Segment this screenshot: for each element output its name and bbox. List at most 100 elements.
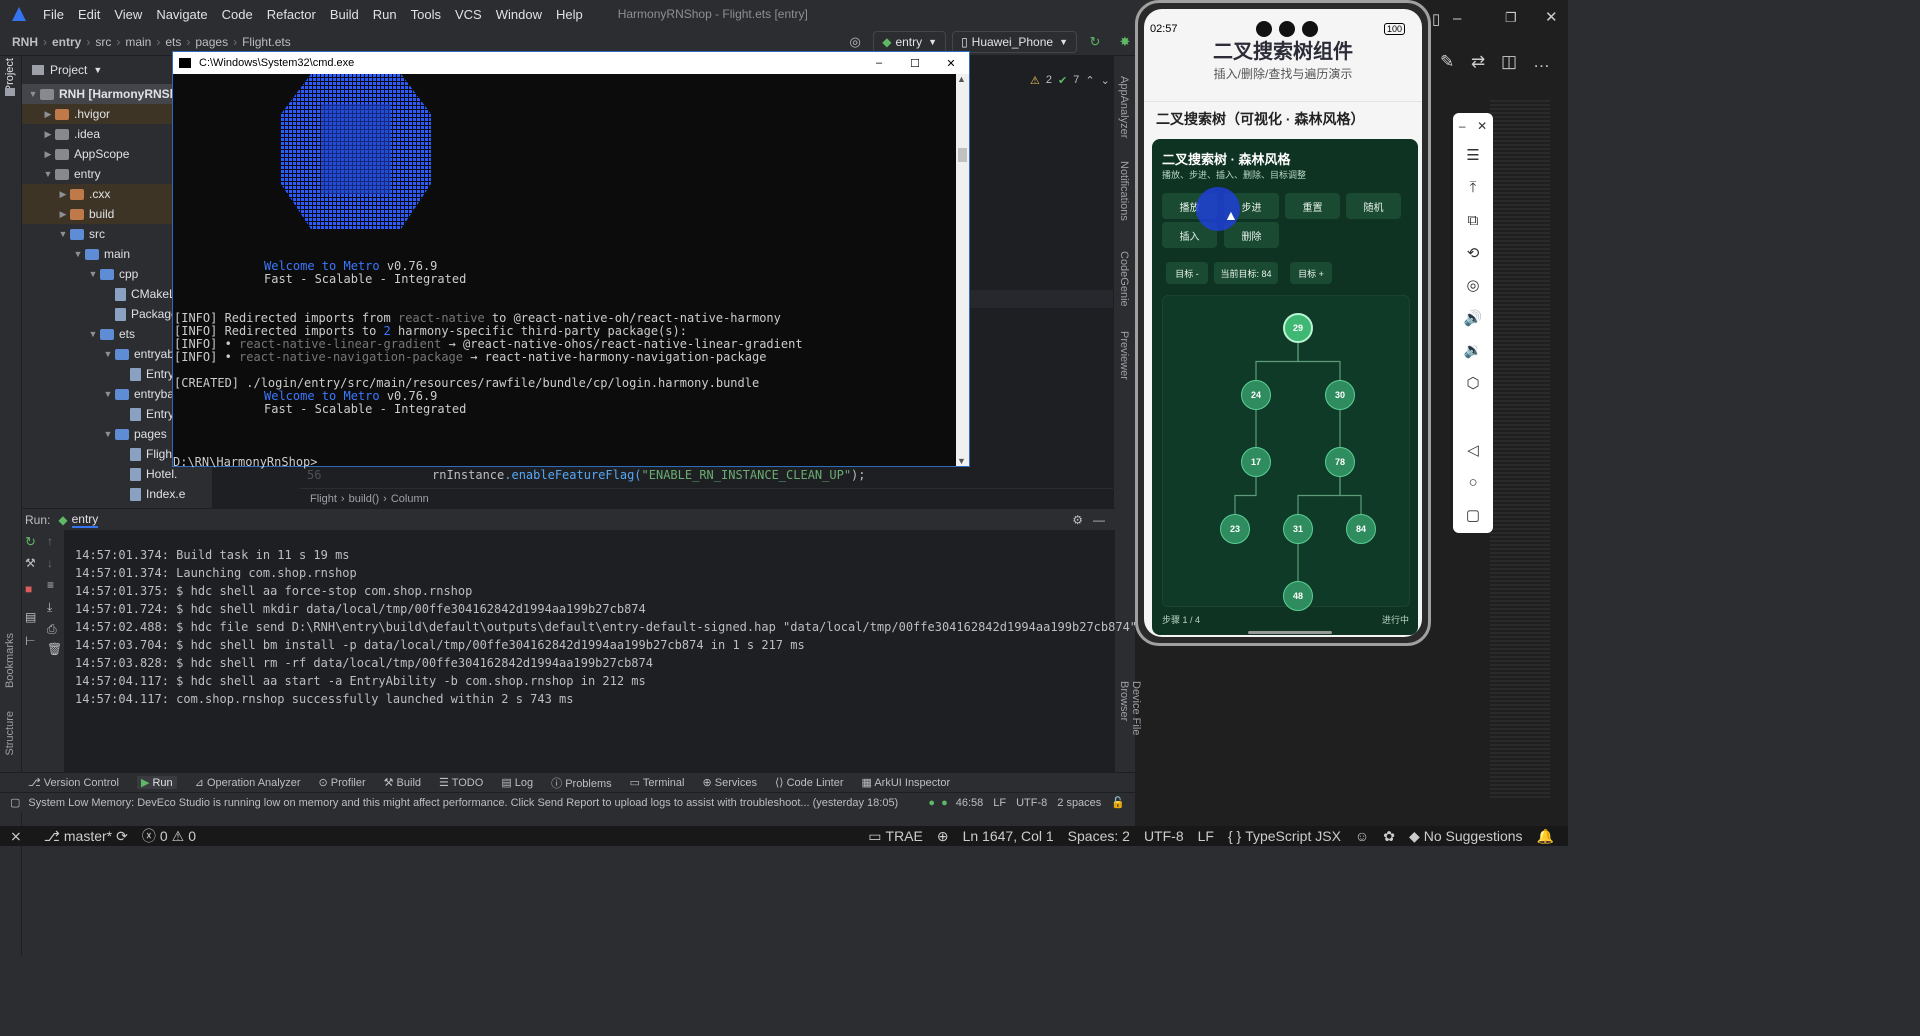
close-icon[interactable]: ✕ xyxy=(1545,8,1558,26)
chevron-down-icon[interactable]: ▼ xyxy=(93,65,102,75)
tool-tab[interactable]: ⊙ Profiler xyxy=(319,776,366,789)
wrench-icon[interactable]: ⚒ xyxy=(25,556,36,570)
notifications-tab[interactable]: Notifications xyxy=(1118,161,1130,221)
chevron-right-icon[interactable]: ▶ xyxy=(41,149,55,160)
scroll-thumb[interactable] xyxy=(958,148,967,162)
tool-tab[interactable]: ⊕ Services xyxy=(703,776,757,789)
tool-tab[interactable]: ⊿ Operation Analyzer xyxy=(195,776,301,789)
editor-crumb[interactable]: build() xyxy=(349,493,380,505)
status-message[interactable]: System Low Memory: DevEco Studio is runn… xyxy=(28,797,898,809)
home-indicator[interactable] xyxy=(1248,631,1332,634)
chevron-down-icon[interactable]: ▼ xyxy=(101,429,115,439)
tool-tab[interactable]: ⚒ Build xyxy=(384,776,421,789)
cmd-window[interactable]: C:\Windows\System32\cmd.exe – ☐ ✕ Welcom… xyxy=(172,51,970,469)
chevron-down-icon[interactable]: ▼ xyxy=(86,329,100,339)
minimap[interactable] xyxy=(1490,100,1550,800)
minimize-icon[interactable]: – xyxy=(1453,10,1461,27)
menu-item-vcs[interactable]: VCS xyxy=(448,7,489,22)
tool-tab[interactable]: ▶ Run xyxy=(136,776,177,789)
debug-icon[interactable]: ✸ xyxy=(1117,34,1133,50)
target-plus-button[interactable]: 目标 + xyxy=(1290,262,1332,284)
tree-node[interactable]: 23 xyxy=(1220,514,1250,544)
scroll-down-icon[interactable]: ▼ xyxy=(957,456,966,466)
crop-icon[interactable]: ⧉ xyxy=(1453,204,1493,237)
hide-panel-icon[interactable]: — xyxy=(1093,513,1105,527)
editor-crumb[interactable]: Flight xyxy=(310,493,337,505)
home-icon[interactable]: ○ xyxy=(1453,467,1493,500)
language-mode[interactable]: { } TypeScript JSX xyxy=(1228,828,1341,844)
menu-item-window[interactable]: Window xyxy=(489,7,549,22)
tool-tab[interactable]: ▭ Terminal xyxy=(630,776,685,789)
back-icon[interactable]: ◁ xyxy=(1453,434,1493,467)
branch-indicator[interactable]: ⎇ master* ⟳ xyxy=(44,828,128,845)
fold-icon[interactable]: ⬡ xyxy=(1453,367,1493,400)
tree-node[interactable]: 31 xyxy=(1283,514,1313,544)
chevron-down-icon[interactable]: ▼ xyxy=(56,229,70,239)
editor-crumb[interactable]: Column xyxy=(391,493,429,505)
emulator-close-icon[interactable]: ✕ xyxy=(1477,119,1487,133)
chevron-down-icon[interactable]: ▼ xyxy=(26,89,40,99)
device-file-browser-tab[interactable]: Device File Browser xyxy=(1118,681,1142,776)
chevron-down-icon[interactable]: ▼ xyxy=(101,389,115,399)
menu-item-edit[interactable]: Edit xyxy=(71,7,107,22)
breadcrumb-item[interactable]: Flight.ets xyxy=(242,35,291,49)
chevron-down-icon[interactable]: ▼ xyxy=(71,249,85,259)
extension-icon[interactable]: ✿ xyxy=(1383,828,1395,845)
tree-node[interactable]: 17 xyxy=(1241,447,1271,477)
menu-item-refactor[interactable]: Refactor xyxy=(260,7,323,22)
down-icon[interactable]: ↓ xyxy=(47,556,53,570)
bookmarks-tool-tab[interactable]: Bookmarks xyxy=(4,633,16,688)
emulator-minimize-icon[interactable]: – xyxy=(1459,119,1466,133)
tool-tab[interactable]: ▦ ArkUI Inspector xyxy=(861,776,950,789)
trae-indicator[interactable]: ▭ TRAE xyxy=(868,828,923,845)
rerun-icon[interactable]: ↻ xyxy=(25,534,36,550)
chevron-down-icon[interactable]: ▼ xyxy=(86,269,100,279)
cmd-output[interactable]: Welcome to Metro v0.76.9 Fast - Scalable… xyxy=(173,74,957,469)
phone-screen[interactable]: 02:57 100 二叉搜索树组件 插入/删除/查找与遍历演示 二叉搜索树（可视… xyxy=(1144,9,1422,637)
cmd-scrollbar[interactable]: ▲ ▼ xyxy=(956,74,969,466)
code-line[interactable]: 56 rnInstance.enableFeatureFlag("ENABLE_… xyxy=(302,468,1112,486)
remote-icon[interactable]: ⨯ xyxy=(10,828,22,845)
end-of-line[interactable]: LF xyxy=(1198,828,1214,844)
menu-item-code[interactable]: Code xyxy=(215,7,260,22)
tree-node[interactable]: 78 xyxy=(1325,447,1355,477)
layout-icon[interactable]: ▤ xyxy=(25,610,36,624)
encoding[interactable]: UTF-8 xyxy=(1144,828,1184,844)
cmd-minimize-button[interactable]: – xyxy=(861,57,897,69)
restore-icon[interactable]: ❐ xyxy=(1505,10,1517,26)
cursor-position[interactable]: Ln 1647, Col 1 xyxy=(963,828,1054,844)
tree-node[interactable]: 29 xyxy=(1283,313,1313,343)
file-encoding[interactable]: UTF-8 xyxy=(1016,797,1047,809)
volume-up-icon[interactable]: 🔊 xyxy=(1453,302,1493,335)
print-icon[interactable]: ⎙ xyxy=(47,622,57,637)
menu-item-build[interactable]: Build xyxy=(323,7,366,22)
tree-node[interactable]: 84 xyxy=(1346,514,1376,544)
tool-tab[interactable]: ⓘ Problems xyxy=(551,775,612,791)
scroll-up-icon[interactable]: ▲ xyxy=(957,74,966,84)
chevron-right-icon[interactable]: ▶ xyxy=(56,189,70,200)
rotate-icon[interactable]: ⟲ xyxy=(1453,237,1493,270)
edit-icon[interactable]: ✎ xyxy=(1440,52,1454,72)
lock-icon[interactable]: 🔓 xyxy=(1111,796,1125,809)
menu-item-tools[interactable]: Tools xyxy=(404,7,448,22)
run-config-select[interactable]: ◆ entry ▼ xyxy=(873,30,947,53)
soft-wrap-icon[interactable]: ≡ xyxy=(47,578,54,592)
notification-icon[interactable]: ▢ xyxy=(10,796,20,809)
indentation[interactable]: Spaces: 2 xyxy=(1068,828,1130,844)
more-actions-icon[interactable]: … xyxy=(1533,52,1550,72)
next-highlight-icon[interactable]: ⌄ xyxy=(1101,74,1110,87)
breadcrumb-item[interactable]: ets xyxy=(165,35,181,49)
target-icon[interactable]: ◎ xyxy=(847,34,863,50)
problems-indicator[interactable]: ⓧ 0 ⚠ 0 xyxy=(142,826,196,846)
zoom-icon[interactable]: ⊕ xyxy=(937,828,949,845)
chevron-right-icon[interactable]: ▶ xyxy=(41,109,55,120)
tool-tab[interactable]: ☰ TODO xyxy=(439,776,483,789)
rerun-icon[interactable]: ↻ xyxy=(1087,34,1103,50)
chevron-down-icon[interactable]: ▼ xyxy=(101,349,115,359)
bell-icon[interactable]: 🔔 xyxy=(1537,828,1554,845)
chevron-right-icon[interactable]: ▶ xyxy=(56,209,70,220)
structure-tool-tab[interactable]: Structure xyxy=(4,711,16,756)
delete-button[interactable]: 删除 xyxy=(1224,222,1279,248)
run-tab-entry[interactable]: entry xyxy=(71,512,99,528)
cmd-prompt[interactable]: D:\RN\HarmonyRnShop> xyxy=(173,456,318,469)
